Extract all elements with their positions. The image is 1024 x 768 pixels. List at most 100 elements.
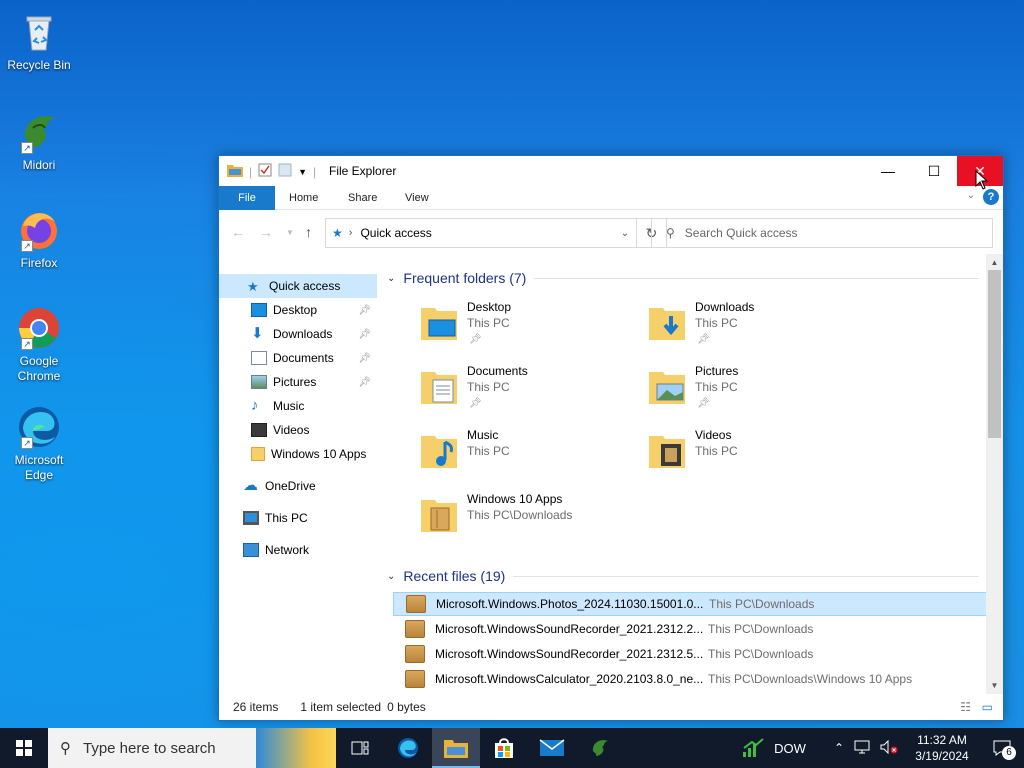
recent-files-header[interactable]: ⌄ Recent files (19) <box>383 566 979 586</box>
collapse-chevron-icon[interactable]: ⌄ <box>387 571 395 582</box>
forward-arrow-icon[interactable]: → <box>259 224 273 240</box>
nav-item-label: Windows 10 Apps <box>271 447 367 461</box>
nav-item-label: Quick access <box>269 279 341 293</box>
pin-icon[interactable]: 📌︎ <box>358 329 371 340</box>
folder-tile-desktop[interactable]: Desktop This PC 📌︎ <box>419 296 639 356</box>
pin-icon[interactable]: 📌︎ <box>358 377 371 388</box>
desktop-icon-firefox[interactable]: ↗ Firefox <box>4 206 74 271</box>
nav-item-downloads[interactable]: ⬇ Downloads 📌︎ <box>219 322 377 346</box>
nav-item-videos[interactable]: Videos <box>219 418 377 442</box>
scroll-up-icon[interactable]: ▲ <box>986 254 1003 271</box>
breadcrumb-chevron-icon[interactable]: › <box>349 227 353 239</box>
divider: | <box>313 164 317 179</box>
address-bar[interactable]: ★ › Quick access ⌄ <box>325 218 637 248</box>
tab-home[interactable]: Home <box>275 186 332 210</box>
folder-icon <box>251 447 265 461</box>
system-tray: DOW ⌃ 11:32 AM 3/19/2024 6 <box>742 728 1024 768</box>
file-location: This PC\Downloads <box>708 647 814 661</box>
desktop-icon-recycle-bin[interactable]: Recycle Bin <box>4 8 74 73</box>
collapse-chevron-icon[interactable]: ⌄ <box>387 273 395 284</box>
folder-tile-windows-10-apps[interactable]: Windows 10 Apps This PC\Downloads <box>419 488 639 548</box>
mail-icon[interactable] <box>528 728 576 768</box>
folder-tile-videos[interactable]: Videos This PC <box>647 424 867 484</box>
microsoft-store-icon[interactable] <box>480 728 528 768</box>
taskbar-search-box[interactable]: ⚲ Type here to search <box>48 728 256 768</box>
nav-item-music[interactable]: ♪ Music <box>219 394 377 418</box>
start-button[interactable] <box>0 728 48 768</box>
recent-file-row[interactable]: Microsoft.WindowsSoundRecorder_2021.2312… <box>393 617 987 641</box>
package-icon <box>405 620 425 638</box>
pin-icon: 📌︎ <box>697 334 710 345</box>
up-arrow-icon[interactable]: ↑ <box>305 224 312 240</box>
nav-item-label: Network <box>265 543 310 557</box>
nav-item-network[interactable]: Network <box>219 538 377 562</box>
details-view-icon[interactable]: ☷ <box>960 700 971 714</box>
clock[interactable]: 11:32 AM 3/19/2024 <box>904 732 980 764</box>
file-explorer-window[interactable]: | ▼ | File Explorer — ☐ ✕ File Home Shar… <box>218 155 1004 721</box>
pin-icon[interactable]: 📌︎ <box>358 353 371 364</box>
stock-widget[interactable]: DOW <box>742 738 806 758</box>
folder-tile-pictures[interactable]: Pictures This PC 📌︎ <box>647 360 867 420</box>
desktop-icon-midori[interactable]: ↗ Midori <box>4 108 74 173</box>
show-hidden-icons-chevron-icon[interactable]: ⌃ <box>834 741 844 755</box>
search-box[interactable]: ⚲ Search Quick access <box>651 218 993 248</box>
large-icons-view-icon[interactable]: ▭ <box>982 700 993 714</box>
new-folder-icon[interactable] <box>278 163 292 180</box>
folder-tile-documents[interactable]: Documents This PC 📌︎ <box>419 360 639 420</box>
status-size: 0 bytes <box>387 700 426 714</box>
network-tray-icon[interactable] <box>854 740 870 757</box>
help-icon[interactable]: ? <box>983 189 999 205</box>
properties-icon[interactable] <box>258 163 272 180</box>
folder-location: This PC\Downloads <box>467 508 573 522</box>
title-bar[interactable]: | ▼ | File Explorer — ☐ ✕ <box>219 156 1003 186</box>
expand-ribbon-chevron-icon[interactable]: ⌄ <box>967 190 975 201</box>
customize-toolbar-chevron-icon[interactable]: ▼ <box>298 167 307 177</box>
nav-item-pictures[interactable]: Pictures 📌︎ <box>219 370 377 394</box>
action-center-button[interactable]: 6 <box>980 728 1024 768</box>
midori-taskbar-icon[interactable] <box>576 728 624 768</box>
shortcut-arrow-icon: ↗ <box>21 142 33 154</box>
desktop-icon-google-chrome[interactable]: ↗ Google Chrome <box>4 304 74 384</box>
nav-item-this-pc[interactable]: This PC <box>219 506 377 530</box>
navigation-pane: ★ Quick access Desktop 📌︎ ⬇ Downloads 📌︎… <box>219 262 377 690</box>
pictures-icon <box>251 375 267 389</box>
minimize-button[interactable]: — <box>865 156 911 186</box>
back-arrow-icon[interactable]: ← <box>231 224 245 240</box>
search-highlight-image[interactable] <box>256 728 336 768</box>
mouse-cursor-icon <box>975 170 989 190</box>
desktop-icon-microsoft-edge[interactable]: ↗ Microsoft Edge <box>4 403 74 483</box>
task-view-icon[interactable] <box>336 728 384 768</box>
desktop-icon <box>251 303 267 317</box>
tab-view[interactable]: View <box>391 186 443 210</box>
address-dropdown-icon[interactable]: ⌄ <box>614 228 636 239</box>
folder-tile-music[interactable]: Music This PC <box>419 424 639 484</box>
recent-file-row[interactable]: Microsoft.WindowsCalculator_2020.2103.8.… <box>393 667 987 690</box>
folder-name: Music <box>467 428 499 442</box>
pin-icon[interactable]: 📌︎ <box>358 305 371 316</box>
nav-item-desktop[interactable]: Desktop 📌︎ <box>219 298 377 322</box>
volume-muted-icon[interactable] <box>880 739 898 757</box>
network-icon <box>243 543 259 557</box>
midori-icon: ↗ <box>15 108 63 156</box>
nav-item-windows-10-apps[interactable]: Windows 10 Apps <box>219 442 377 466</box>
maximize-button[interactable]: ☐ <box>911 156 957 186</box>
edge-taskbar-icon[interactable] <box>384 728 432 768</box>
group-title: Recent files (19) <box>403 568 506 584</box>
tab-share[interactable]: Share <box>334 186 391 210</box>
vertical-scrollbar[interactable]: ▲ ▼ <box>986 254 1003 694</box>
tab-file[interactable]: File <box>219 186 275 210</box>
recent-file-row[interactable]: Microsoft.Windows.Photos_2024.11030.1500… <box>393 592 987 616</box>
address-text[interactable]: Quick access <box>360 226 614 240</box>
scrollbar-thumb[interactable] <box>988 270 1001 438</box>
nav-item-onedrive[interactable]: ☁ OneDrive <box>219 474 377 498</box>
file-explorer-taskbar-icon[interactable] <box>432 728 480 768</box>
nav-item-documents[interactable]: Documents 📌︎ <box>219 346 377 370</box>
recent-locations-chevron-icon[interactable]: ▼ <box>286 228 294 237</box>
shortcut-arrow-icon: ↗ <box>21 240 33 252</box>
nav-item-quick-access[interactable]: ★ Quick access <box>219 274 377 298</box>
scroll-down-icon[interactable]: ▼ <box>986 677 1003 694</box>
folder-location: This PC <box>695 316 738 330</box>
frequent-folders-header[interactable]: ⌄ Frequent folders (7) <box>383 268 979 288</box>
folder-tile-downloads[interactable]: Downloads This PC 📌︎ <box>647 296 867 356</box>
recent-file-row[interactable]: Microsoft.WindowsSoundRecorder_2021.2312… <box>393 642 987 666</box>
